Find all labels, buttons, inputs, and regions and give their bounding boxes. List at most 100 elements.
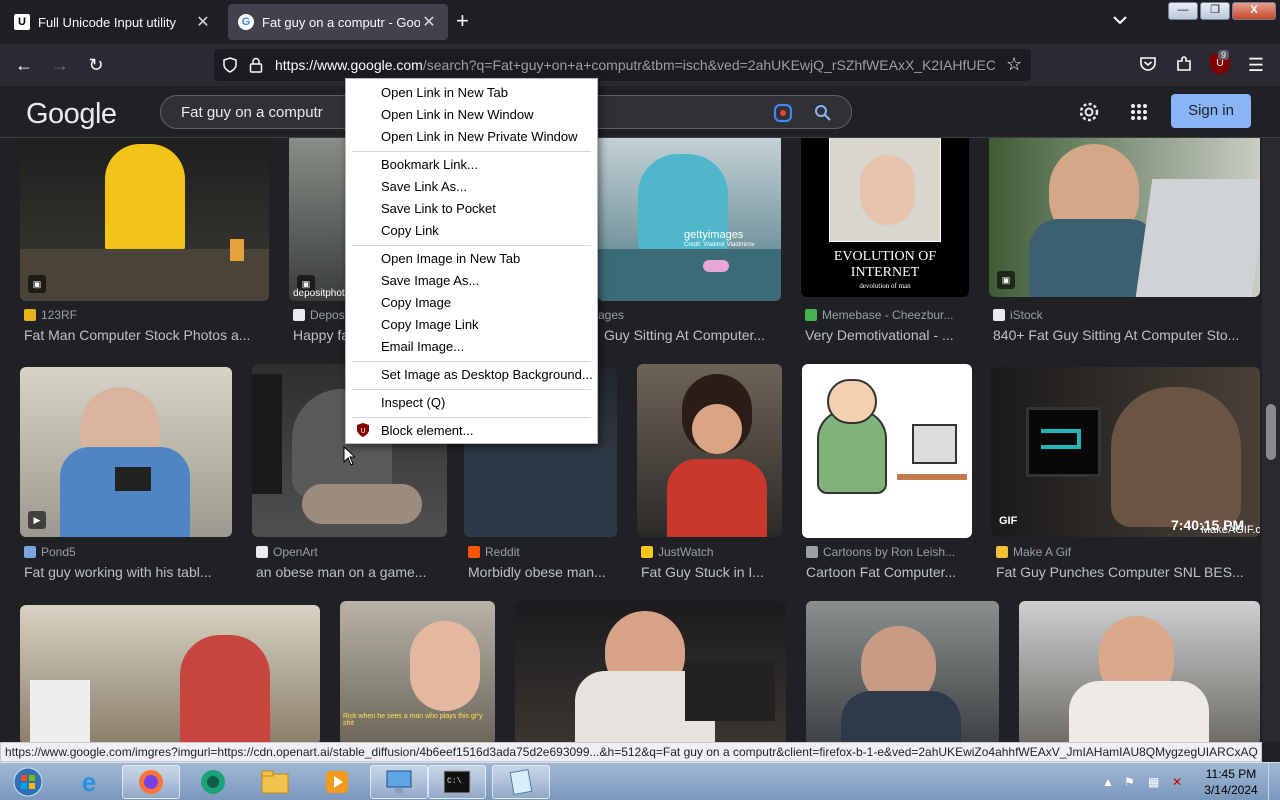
tab-google-search[interactable]: G Fat guy on a computr - Google ✕ xyxy=(228,4,448,40)
show-desktop-button[interactable] xyxy=(1268,763,1280,800)
menu-open-link-private-window[interactable]: Open Link in New Private Window xyxy=(381,126,578,148)
result-title[interactable]: an obese man on a game... xyxy=(256,564,446,580)
taskbar-internet-explorer[interactable]: e xyxy=(60,765,118,799)
result-image[interactable]: ▶ xyxy=(20,367,232,537)
taskbar-media-player[interactable] xyxy=(308,765,366,799)
result-image[interactable]: GIF 7:40:15 PM MakeAGIF.com xyxy=(991,367,1260,537)
search-icon[interactable] xyxy=(814,104,832,122)
screen: U Full Unicode Input utility ✕ G Fat guy… xyxy=(0,0,1280,800)
url-bar[interactable]: https://www.google.com/search?q=Fat+guy+… xyxy=(214,49,1031,81)
result-title[interactable]: Very Demotivational - ... xyxy=(805,327,965,343)
result-source[interactable]: 123RF xyxy=(24,308,264,322)
menu-email-image[interactable]: Email Image... xyxy=(381,336,464,358)
taskbar-app[interactable] xyxy=(184,765,242,799)
page-scrollbar[interactable] xyxy=(1262,138,1280,742)
pocket-icon[interactable] xyxy=(1139,55,1157,73)
result-image[interactable]: ▣ xyxy=(989,138,1260,297)
result-title[interactable]: Fat Man Computer Stock Photos a... xyxy=(24,327,264,343)
network-icon[interactable]: ▦ xyxy=(1148,775,1159,789)
svg-text:C:\: C:\ xyxy=(447,777,462,786)
result-title[interactable]: Morbidly obese man... xyxy=(468,564,618,580)
menu-save-image-as[interactable]: Save Image As... xyxy=(381,270,479,292)
result-source[interactable]: Pond5 xyxy=(24,545,229,559)
taskbar-firefox[interactable] xyxy=(122,765,180,799)
taskbar-command-prompt[interactable]: C:\ xyxy=(428,765,486,799)
menu-hamburger-icon[interactable]: ☰ xyxy=(1246,55,1266,75)
result-source[interactable]: JustWatch xyxy=(641,545,781,559)
menu-bookmark-link[interactable]: Bookmark Link... xyxy=(381,154,478,176)
result-title[interactable]: 840+ Fat Guy Sitting At Computer Sto... xyxy=(993,327,1253,343)
reload-icon[interactable]: ↻ xyxy=(86,55,106,75)
volume-muted-icon[interactable]: ✕ xyxy=(1172,775,1182,789)
menu-save-link-as[interactable]: Save Link As... xyxy=(381,176,467,198)
forward-arrow-icon[interactable]: → xyxy=(50,55,70,75)
google-logo[interactable]: Google xyxy=(26,98,117,131)
result-title[interactable]: Fat Guy Stuck in I... xyxy=(641,564,781,580)
start-button[interactable] xyxy=(2,765,54,799)
result-image[interactable] xyxy=(1019,601,1260,742)
menu-set-desktop-background[interactable]: Set Image as Desktop Background... xyxy=(381,364,593,386)
menu-open-image-new-tab[interactable]: Open Image in New Tab xyxy=(381,248,520,270)
result-image[interactable]: gettyimages Credit: Vladimir Vladimirov xyxy=(598,138,781,301)
search-query[interactable]: Fat guy on a computr xyxy=(181,104,323,121)
menu-open-link-new-tab[interactable]: Open Link in New Tab xyxy=(381,82,508,104)
menu-block-element[interactable]: Block element... xyxy=(381,420,474,442)
result-source[interactable]: iStock xyxy=(993,308,1253,322)
result-source[interactable]: Depos xyxy=(293,308,345,322)
result-image[interactable] xyxy=(20,605,320,742)
result-image[interactable]: ▣ depositphotos xyxy=(289,138,349,301)
new-tab-button[interactable]: + xyxy=(456,10,469,32)
result-title[interactable]: Fat Guy Punches Computer SNL BES... xyxy=(996,564,1256,580)
minimize-button[interactable]: — xyxy=(1168,2,1198,20)
system-clock[interactable]: 11:45 PM 3/14/2024 xyxy=(1196,766,1266,798)
result-source[interactable]: ages xyxy=(598,308,778,322)
result-image[interactable]: ▣ xyxy=(20,138,269,301)
result-title[interactable]: Fat guy working with his tabl... xyxy=(24,564,229,580)
source-favicon-icon xyxy=(256,546,268,558)
close-window-button[interactable]: X xyxy=(1232,2,1276,20)
extensions-icon[interactable] xyxy=(1175,55,1193,73)
back-arrow-icon[interactable]: ← xyxy=(14,55,34,75)
taskbar-explorer[interactable] xyxy=(246,765,304,799)
result-image[interactable] xyxy=(637,364,782,537)
result-title[interactable]: Cartoon Fat Computer... xyxy=(806,564,968,580)
lock-icon[interactable] xyxy=(249,57,263,73)
menu-open-link-new-window[interactable]: Open Link in New Window xyxy=(381,104,533,126)
makeagif-watermark: MakeAGIF.com xyxy=(1201,524,1260,536)
taskbar-remote-desktop[interactable] xyxy=(370,765,428,799)
result-title[interactable]: Happy fa xyxy=(293,327,345,343)
result-source[interactable]: Memebase - Cheezbur... xyxy=(805,308,965,322)
result-image[interactable] xyxy=(515,601,786,742)
result-source[interactable]: Make A Gif xyxy=(996,545,1256,559)
apps-grid-icon[interactable] xyxy=(1130,103,1148,121)
shield-icon[interactable] xyxy=(222,57,238,73)
action-center-flag-icon[interactable]: ⚑ xyxy=(1124,775,1135,789)
menu-copy-image-link[interactable]: Copy Image Link xyxy=(381,314,479,336)
menu-copy-image[interactable]: Copy Image xyxy=(381,292,451,314)
tray-expand-icon[interactable]: ▲ xyxy=(1102,775,1114,789)
result-image[interactable] xyxy=(802,364,972,538)
result-image[interactable]: EVOLUTION OF INTERNET devolution of man xyxy=(801,138,969,297)
result-title[interactable]: Guy Sitting At Computer... xyxy=(604,327,780,343)
settings-gear-icon[interactable] xyxy=(1078,101,1100,123)
result-image[interactable]: Rick when he sees a man who plays this g… xyxy=(340,601,495,742)
result-source[interactable]: Reddit xyxy=(468,545,618,559)
result-source[interactable]: OpenArt xyxy=(256,545,446,559)
sign-in-button[interactable]: Sign in xyxy=(1171,94,1251,128)
close-tab-icon[interactable]: ✕ xyxy=(194,12,212,32)
bookmark-star-icon[interactable]: ☆ xyxy=(1006,54,1022,75)
scrollbar-thumb[interactable] xyxy=(1266,404,1276,460)
tab-unicode-utility[interactable]: U Full Unicode Input utility ✕ xyxy=(4,4,222,40)
close-tab-icon[interactable]: ✕ xyxy=(420,12,438,32)
image-results: ▣ 123RF Fat Man Computer Stock Photos a.… xyxy=(0,138,1280,742)
lens-camera-icon[interactable] xyxy=(773,103,793,123)
list-all-tabs-icon[interactable] xyxy=(1112,12,1128,28)
menu-copy-link[interactable]: Copy Link xyxy=(381,220,439,242)
maximize-button[interactable]: ❐ xyxy=(1200,2,1230,20)
menu-save-link-to-pocket[interactable]: Save Link to Pocket xyxy=(381,198,496,220)
menu-inspect[interactable]: Inspect (Q) xyxy=(381,392,445,414)
result-source[interactable]: Cartoons by Ron Leish... xyxy=(806,545,966,559)
url-text[interactable]: https://www.google.com/search?q=Fat+guy+… xyxy=(275,57,995,73)
taskbar-notepad[interactable] xyxy=(492,765,550,799)
result-image[interactable] xyxy=(806,601,999,742)
